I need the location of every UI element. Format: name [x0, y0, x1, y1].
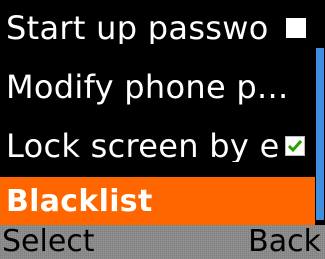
list-item-lock-screen[interactable]: Lock screen by e: [0, 118, 315, 173]
select-softkey[interactable]: Select: [2, 225, 95, 259]
back-softkey[interactable]: Back: [248, 225, 321, 259]
list-item-label: Modify phone p...: [6, 67, 289, 106]
list-item-label: Start up passwo: [6, 11, 269, 44]
scrollbar-thumb[interactable]: [316, 48, 324, 220]
list-item-modify-phone-password[interactable]: Modify phone p...: [0, 59, 315, 114]
phone-screen: Start up passwo Modify phone p... Lock s…: [0, 0, 325, 259]
list-item-label: Lock screen by e: [6, 129, 280, 162]
softkey-bar: Select Back: [0, 225, 325, 259]
list-item-startup-password[interactable]: Start up passwo: [0, 0, 315, 55]
list-item-blacklist[interactable]: Blacklist: [0, 177, 315, 226]
checkbox-checked-icon[interactable]: [283, 133, 307, 158]
scrollbar[interactable]: [315, 0, 325, 225]
list-item-label: Blacklist: [6, 183, 153, 219]
security-settings-list: Start up passwo Modify phone p... Lock s…: [0, 0, 315, 226]
toggle-square-icon: [283, 15, 309, 40]
